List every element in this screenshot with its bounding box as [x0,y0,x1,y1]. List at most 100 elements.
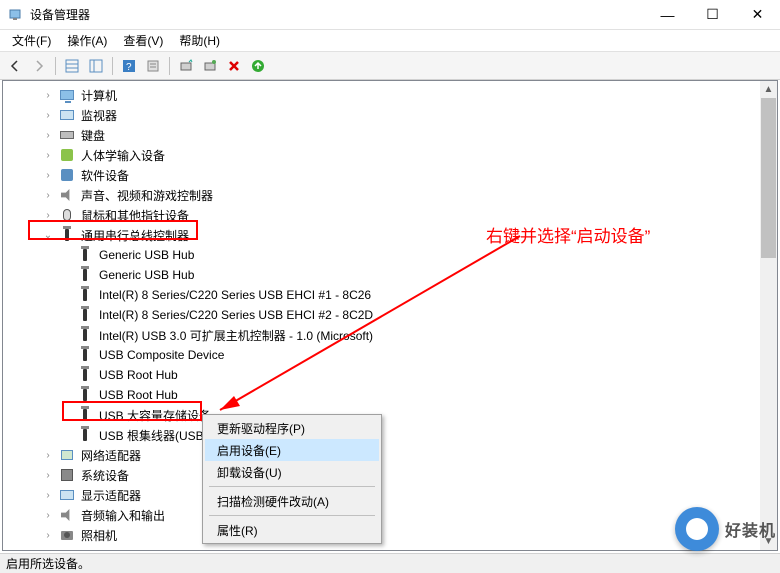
menu-item-enable-device[interactable]: 启用设备(E) [205,439,379,461]
tree-node-usb-device[interactable]: USB 根集线器(USB [7,425,777,445]
chevron-right-icon[interactable]: › [41,528,55,542]
tree-node-display[interactable]: ›显示适配器 [7,485,777,505]
tree-node-usb-device[interactable]: Generic USB Hub [7,245,777,265]
sound-icon [59,507,75,523]
chevron-right-icon[interactable]: › [41,508,55,522]
sound-icon [59,187,75,203]
chevron-down-icon[interactable]: ⌄ [41,228,55,242]
context-menu: 更新驱动程序(P) 启用设备(E) 卸载设备(U) 扫描检测硬件改动(A) 属性… [202,414,382,544]
chevron-right-icon[interactable]: › [41,88,55,102]
menu-item-scan-hardware[interactable]: 扫描检测硬件改动(A) [205,490,379,512]
view-tree-icon[interactable] [85,55,107,77]
vertical-scrollbar[interactable]: ▲ ▼ [760,81,777,550]
tree-node-computers[interactable]: ›计算机 [7,85,777,105]
keyboard-icon [59,127,75,143]
usb-icon [77,287,93,303]
toolbar-separator [55,57,56,75]
chevron-right-icon[interactable]: › [41,488,55,502]
menu-file[interactable]: 文件(F) [8,30,55,51]
menu-bar: 文件(F) 操作(A) 查看(V) 帮助(H) [0,30,780,52]
chevron-right-icon[interactable]: › [41,448,55,462]
usb-icon [59,227,75,243]
tree-node-usb-device[interactable]: USB Composite Device [7,345,777,365]
chevron-right-icon[interactable]: › [41,208,55,222]
tree-node-audio-io[interactable]: ›音频输入和输出 [7,505,777,525]
menu-view[interactable]: 查看(V) [119,30,167,51]
window-title: 设备管理器 [30,6,645,23]
network-icon [59,447,75,463]
tree-node-camera[interactable]: ›照相机 [7,525,777,545]
tree-node-system[interactable]: ›系统设备 [7,465,777,485]
chevron-right-icon[interactable]: › [41,108,55,122]
back-button[interactable] [4,55,26,77]
camera-icon [59,527,75,543]
menu-separator [209,486,375,487]
usb-icon [77,427,93,443]
svg-text:?: ? [126,62,132,73]
app-icon [8,7,24,23]
update-driver-icon[interactable] [199,55,221,77]
menu-item-update-driver[interactable]: 更新驱动程序(P) [205,417,379,439]
status-bar: 启用所选设备。 [0,553,780,573]
usb-icon [77,267,93,283]
enable-device-icon[interactable] [247,55,269,77]
tree-node-software-devices[interactable]: ›软件设备 [7,165,777,185]
minimize-button[interactable]: — [645,0,690,30]
uninstall-icon[interactable] [223,55,245,77]
scroll-up-arrow[interactable]: ▲ [760,81,777,98]
chevron-right-icon[interactable]: › [41,168,55,182]
usb-icon [77,307,93,323]
menu-help[interactable]: 帮助(H) [175,30,224,51]
tree-node-hid[interactable]: ›人体学输入设备 [7,145,777,165]
usb-icon [77,387,93,403]
help-icon[interactable]: ? [118,55,140,77]
properties-icon[interactable] [142,55,164,77]
chevron-right-icon[interactable]: › [41,128,55,142]
annotation-text: 右键并选择“启动设备” [486,222,650,247]
toolbar-separator [112,57,113,75]
mouse-icon [59,207,75,223]
tree-node-monitors[interactable]: ›监视器 [7,105,777,125]
chevron-right-icon[interactable]: › [41,468,55,482]
chevron-right-icon[interactable]: › [41,148,55,162]
monitor-icon [59,87,75,103]
tree-node-audio-video[interactable]: ›声音、视频和游戏控制器 [7,185,777,205]
display-adapter-icon [59,487,75,503]
tree-node-usb-device[interactable]: Intel(R) 8 Series/C220 Series USB EHCI #… [7,305,777,325]
usb-icon [77,327,93,343]
menu-item-uninstall-device[interactable]: 卸载设备(U) [205,461,379,483]
maximize-button[interactable]: ☐ [690,0,735,30]
tree-node-usb-device[interactable]: USB Root Hub [7,365,777,385]
tree-node-usb-controllers[interactable]: ⌄通用串行总线控制器 [7,225,777,245]
chip-icon [59,467,75,483]
tree-node-usb-device[interactable]: Intel(R) 8 Series/C220 Series USB EHCI #… [7,285,777,305]
scrollbar-thumb[interactable] [761,98,776,258]
chevron-right-icon[interactable]: › [41,188,55,202]
menu-action[interactable]: 操作(A) [63,30,111,51]
watermark-logo: 好装机 [675,507,776,551]
toolbar: ? [0,52,780,80]
status-text: 启用所选设备。 [6,555,90,572]
tree-node-usb-device[interactable]: USB Root Hub [7,385,777,405]
tree-node-keyboards[interactable]: ›键盘 [7,125,777,145]
tree-node-usb-device[interactable]: Generic USB Hub [7,265,777,285]
watermark-icon [675,507,719,551]
device-tree-panel: ›计算机 ›监视器 ›键盘 ›人体学输入设备 ›软件设备 ›声音、视频和游戏控制… [2,80,778,551]
view-details-icon[interactable] [61,55,83,77]
close-button[interactable]: ✕ [735,0,780,30]
title-bar: 设备管理器 — ☐ ✕ [0,0,780,30]
menu-item-properties[interactable]: 属性(R) [205,519,379,541]
forward-button[interactable] [28,55,50,77]
tree-node-network[interactable]: ›网络适配器 [7,445,777,465]
hid-icon [59,147,75,163]
device-tree: ›计算机 ›监视器 ›键盘 ›人体学输入设备 ›软件设备 ›声音、视频和游戏控制… [3,81,777,549]
tree-node-usb-mass-storage[interactable]: USB 大容量存储设备 [7,405,777,425]
usb-icon [77,347,93,363]
toolbar-separator [169,57,170,75]
scan-hardware-icon[interactable] [175,55,197,77]
tree-node-usb-device[interactable]: Intel(R) USB 3.0 可扩展主机控制器 - 1.0 (Microso… [7,325,777,345]
monitor-icon [59,107,75,123]
tree-node-mouse[interactable]: ›鼠标和其他指针设备 [7,205,777,225]
software-icon [59,167,75,183]
usb-icon [77,247,93,263]
